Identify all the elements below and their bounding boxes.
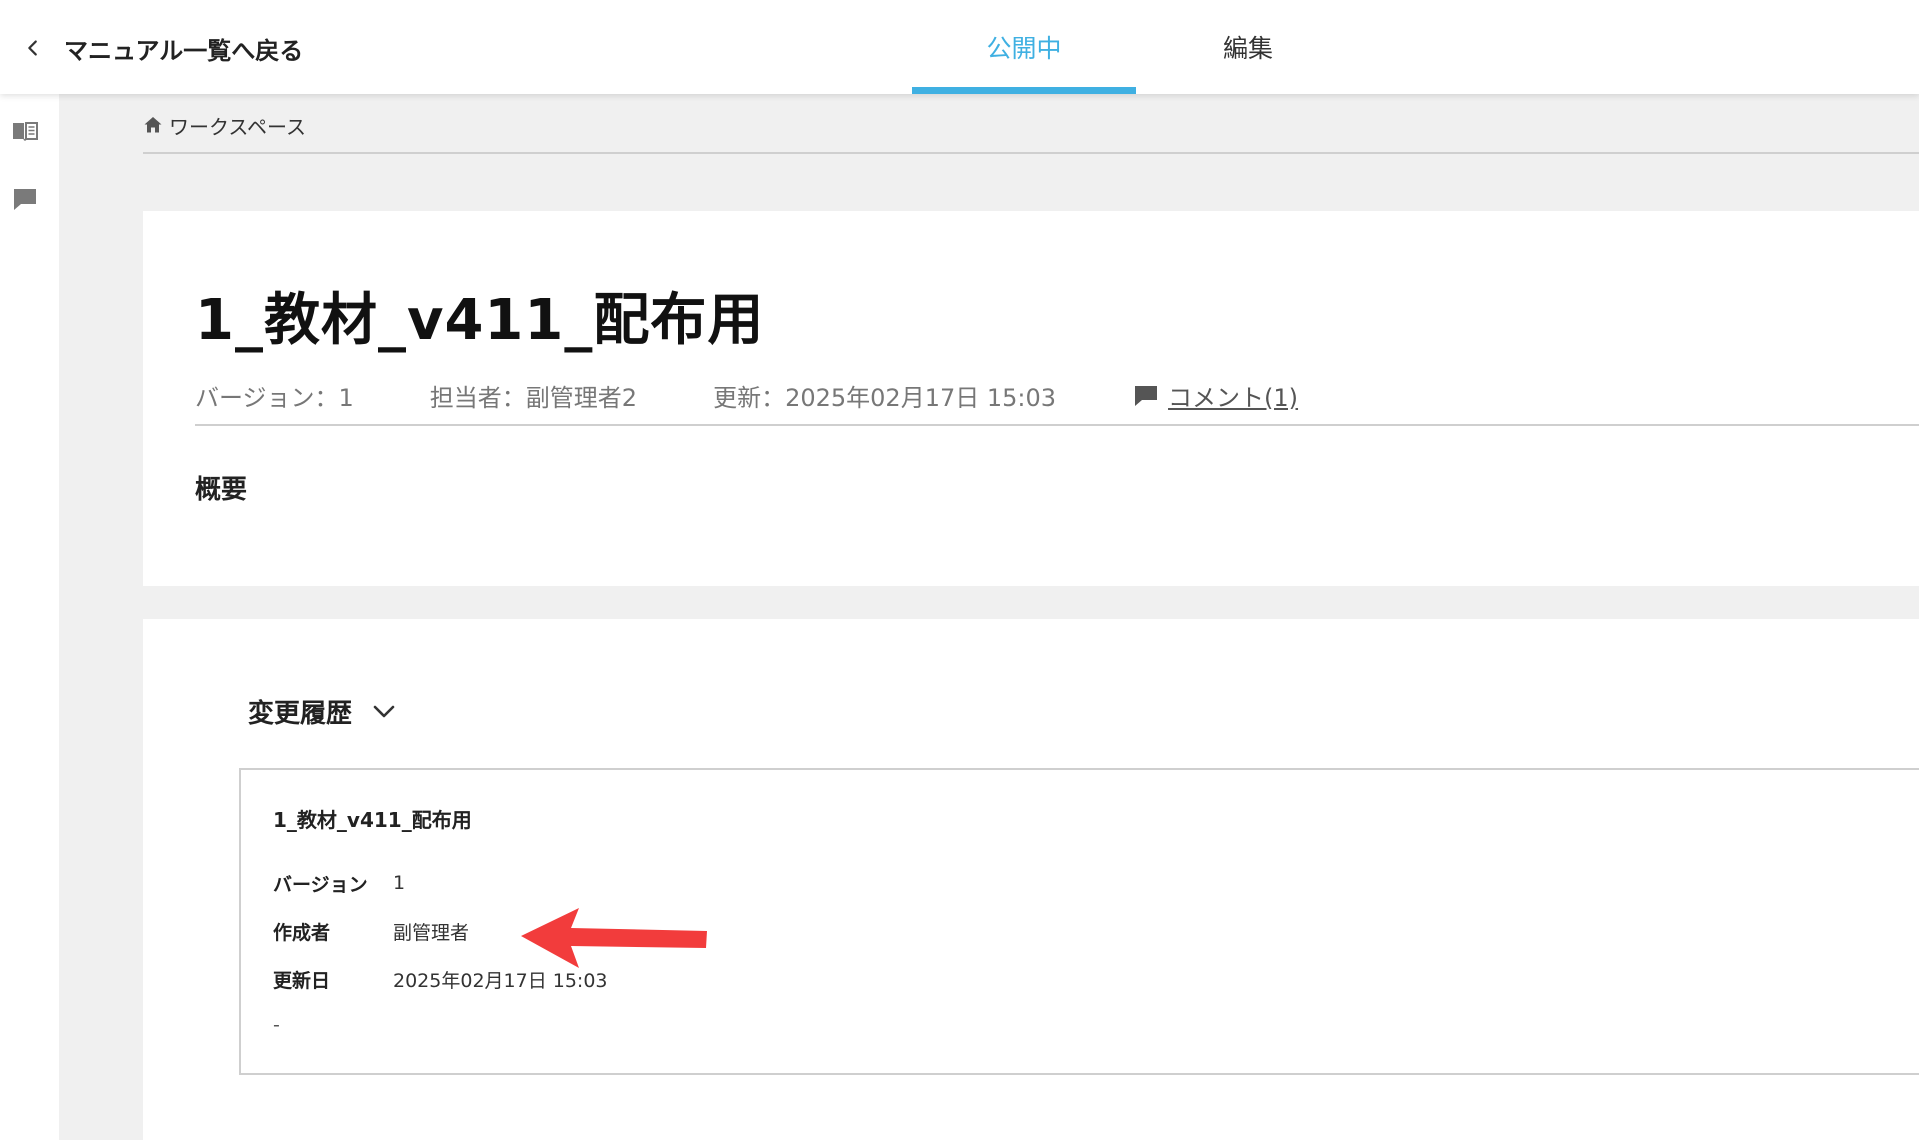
assignee-text: 担当者：副管理者2 — [429, 383, 638, 412]
status-tabs: 公開中 編集 — [912, 0, 1360, 94]
back-link-label: マニュアル一覧へ戻る — [64, 36, 304, 65]
tab-published[interactable]: 公開中 — [912, 0, 1136, 94]
home-icon — [144, 117, 162, 133]
history-version-label: バージョン — [273, 873, 368, 896]
change-history-heading: 変更履歴 — [248, 698, 353, 729]
history-author-label: 作成者 — [273, 921, 331, 944]
breadcrumb-workspace: ワークスペース — [169, 114, 306, 139]
comment-link[interactable]: コメント(1) — [1132, 378, 1298, 413]
updated-text: 更新：2025年02月17日 15:03 — [713, 383, 1057, 412]
history-version-value: 1 — [393, 872, 406, 894]
breadcrumb[interactable]: ワークスペース — [143, 110, 306, 140]
version-text: バージョン：1 — [195, 383, 354, 412]
document-info-card: 1_教材_v411_配布用 バージョン：1 担当者：副管理者2 更新：2025年… — [143, 211, 1919, 586]
top-header: マニュアル一覧へ戻る 公開中 編集 — [0, 0, 1919, 94]
comment-icon — [14, 189, 36, 210]
comments-button[interactable] — [10, 184, 40, 214]
comment-link-label: コメント(1) — [1168, 383, 1299, 412]
chevron-left-icon — [28, 40, 37, 56]
history-version-row: バージョン 1 — [273, 869, 405, 897]
change-history-toggle[interactable]: 変更履歴 — [248, 691, 398, 731]
breadcrumb-divider — [143, 152, 1919, 154]
history-author-value: 副管理者 — [393, 921, 470, 944]
summary-heading: 概要 — [195, 475, 248, 505]
chevron-down-icon — [373, 705, 395, 718]
tab-edit[interactable]: 編集 — [1136, 0, 1360, 94]
manual-book-button[interactable] — [10, 116, 40, 146]
left-rail — [0, 94, 59, 1140]
history-entry-title: 1_教材_v411_配布用 — [273, 808, 472, 832]
change-history-card: 変更履歴 1_教材_v411_配布用 バージョン 1 作成者 副管理者 更新日 … — [143, 619, 1919, 1140]
document-meta-row: バージョン：1 担当者：副管理者2 更新：2025年02月17日 15:03 コ… — [195, 375, 1298, 415]
comment-icon — [1135, 386, 1158, 406]
meta-divider — [195, 424, 1919, 426]
annotation-arrow-icon — [521, 908, 707, 968]
history-note: - — [273, 1014, 280, 1036]
history-entry: 1_教材_v411_配布用 バージョン 1 作成者 副管理者 更新日 2025年… — [239, 768, 1919, 1075]
history-updated-label: 更新日 — [273, 969, 331, 992]
back-to-manual-list-link[interactable]: マニュアル一覧へ戻る — [22, 26, 303, 70]
history-author-row: 作成者 副管理者 — [273, 917, 469, 945]
book-icon — [13, 122, 38, 141]
page-title: 1_教材_v411_配布用 — [195, 288, 765, 353]
